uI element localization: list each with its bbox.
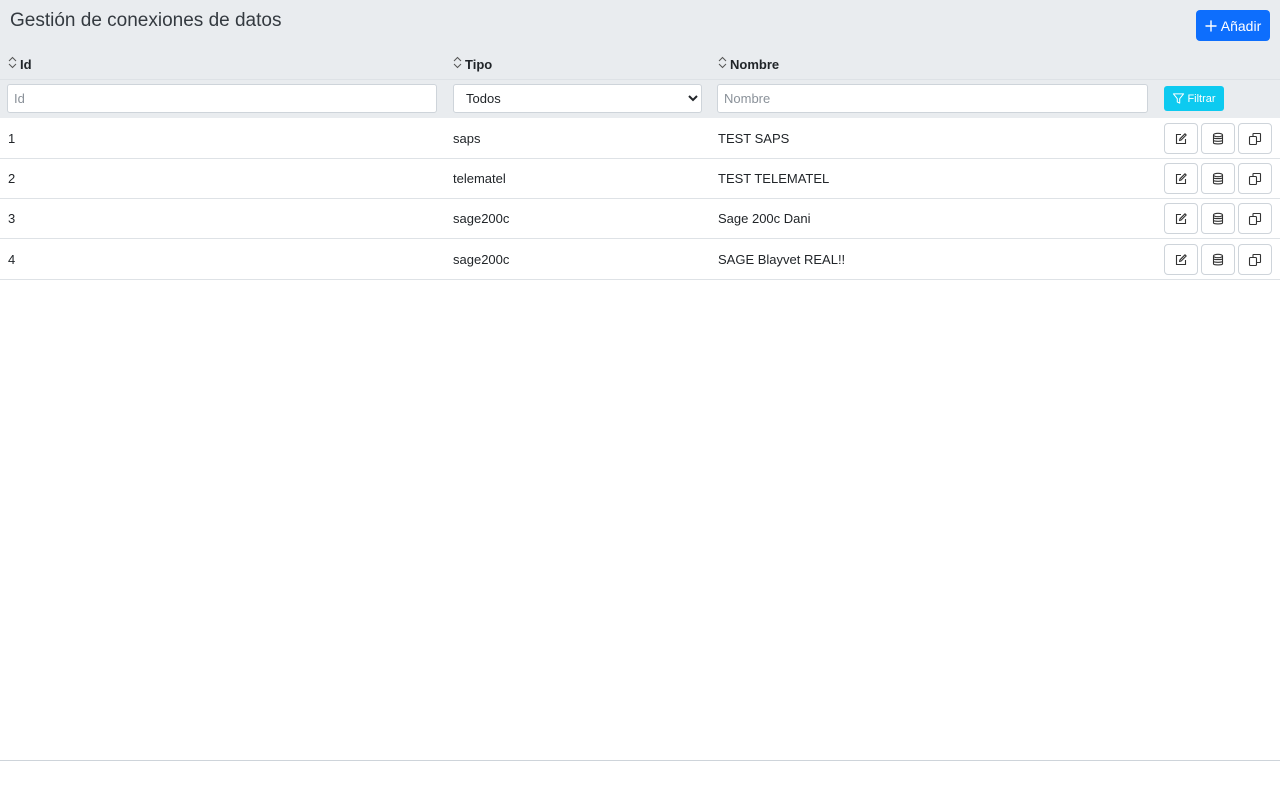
database-button[interactable] — [1201, 203, 1235, 234]
database-icon — [1212, 253, 1224, 265]
tipo-filter-select[interactable]: Todos — [453, 84, 702, 113]
id-filter-input[interactable] — [7, 84, 437, 113]
edit-button[interactable] — [1164, 203, 1198, 234]
database-button[interactable] — [1201, 163, 1235, 194]
cell-id: 3 — [8, 211, 16, 226]
cell-tipo: telematel — [453, 171, 506, 186]
edit-icon — [1175, 132, 1187, 144]
edit-icon — [1175, 253, 1187, 265]
cell-tipo: sage200c — [453, 252, 510, 267]
add-button-label: Añadir — [1220, 17, 1262, 34]
cell-id: 1 — [8, 131, 16, 146]
filter-icon — [1173, 93, 1185, 104]
cell-nombre: SAGE Blayvet REAL!! — [718, 252, 846, 267]
page: Gestión de conexiones de datos Añadir Id… — [0, 0, 1280, 800]
add-button[interactable]: Añadir — [1196, 10, 1270, 41]
page-header: Gestión de conexiones de datos Añadir Id… — [0, 0, 1280, 118]
page-title: Gestión de conexiones de datos — [10, 10, 282, 31]
database-button[interactable] — [1201, 244, 1235, 275]
table-row[interactable]: 1 saps TEST SAPS — [0, 119, 1280, 159]
footer-divider — [0, 760, 1280, 761]
table-row[interactable]: 2 telematel TEST TELEMATEL — [0, 159, 1280, 199]
plus-icon — [1205, 19, 1217, 32]
copy-icon — [1248, 132, 1262, 145]
sort-icon — [453, 56, 462, 69]
cell-id: 2 — [8, 171, 16, 186]
edit-icon — [1175, 172, 1187, 184]
copy-icon — [1248, 253, 1262, 266]
column-header-nombre-label: Nombre — [730, 57, 780, 72]
cell-id: 4 — [8, 252, 16, 267]
cell-tipo: sage200c — [453, 211, 510, 226]
filter-button[interactable]: Filtrar — [1164, 86, 1224, 111]
copy-button[interactable] — [1238, 163, 1272, 194]
cell-nombre: TEST TELEMATEL — [718, 171, 830, 186]
nombre-filter-input[interactable] — [717, 84, 1148, 113]
edit-button[interactable] — [1164, 244, 1198, 275]
database-icon — [1212, 212, 1224, 224]
table-row[interactable]: 4 sage200c SAGE Blayvet REAL!! — [0, 240, 1280, 280]
copy-button[interactable] — [1238, 203, 1272, 234]
copy-icon — [1248, 212, 1262, 225]
sort-icon — [718, 56, 727, 69]
column-header-id[interactable]: Id — [8, 56, 32, 72]
filter-button-label: Filtrar — [1187, 92, 1216, 105]
sort-icon — [8, 56, 17, 69]
cell-nombre: Sage 200c Dani — [718, 211, 811, 226]
database-icon — [1212, 172, 1224, 184]
copy-button[interactable] — [1238, 244, 1272, 275]
table-row[interactable]: 3 sage200c Sage 200c Dani — [0, 199, 1280, 239]
column-header-id-label: Id — [20, 57, 32, 72]
cell-tipo: saps — [453, 131, 481, 146]
copy-icon — [1248, 172, 1262, 185]
edit-button[interactable] — [1164, 123, 1198, 154]
edit-icon — [1175, 212, 1187, 224]
column-header-tipo-label: Tipo — [465, 57, 493, 72]
header-divider — [0, 79, 1280, 80]
column-header-tipo[interactable]: Tipo — [453, 56, 492, 72]
copy-button[interactable] — [1238, 123, 1272, 154]
column-header-nombre[interactable]: Nombre — [718, 56, 779, 72]
database-button[interactable] — [1201, 123, 1235, 154]
database-icon — [1212, 132, 1224, 144]
cell-nombre: TEST SAPS — [718, 131, 790, 146]
edit-button[interactable] — [1164, 163, 1198, 194]
